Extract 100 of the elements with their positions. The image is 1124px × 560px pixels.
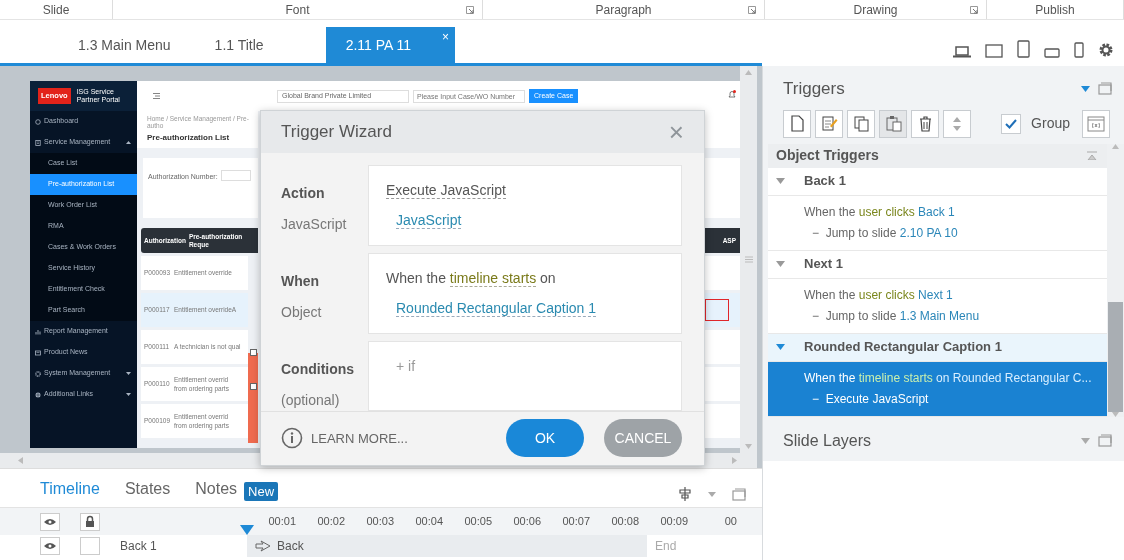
tablet-icon[interactable]	[1017, 40, 1030, 58]
lock-toggle-icon[interactable]	[80, 537, 100, 555]
time-tick: 00:05	[463, 514, 492, 530]
caret-icon[interactable]	[1081, 437, 1090, 444]
collapse-all-icon[interactable]	[1087, 151, 1097, 160]
ribbon-group-label: Publish	[1035, 1, 1075, 19]
field-label: Action	[281, 183, 326, 203]
copy-icon	[851, 114, 871, 133]
trigger-group-name: Rounded Rectangular Caption 1	[804, 338, 1002, 357]
dialog-launcher-icon[interactable]	[748, 6, 756, 14]
scroll-thumb[interactable]	[1108, 301, 1123, 412]
move-down-icon	[953, 125, 961, 131]
timeline-track[interactable]: Back	[247, 535, 647, 557]
authorization-number-field[interactable]	[220, 170, 251, 181]
toolbar-button[interactable]	[879, 109, 907, 138]
page-title: Pre-authorization List	[147, 131, 231, 144]
field-label: JavaScript	[281, 214, 348, 234]
value-link[interactable]: Rounded Rectangular Caption 1	[396, 299, 597, 317]
caret-icon[interactable]	[776, 178, 785, 184]
trigger-action: − Jump to slide 2.10 PA 10	[811, 224, 959, 242]
phone-icon[interactable]	[1074, 42, 1084, 58]
bell-icon[interactable]	[728, 90, 736, 99]
caret-icon[interactable]	[776, 261, 785, 267]
panel-title: Slide Layers	[783, 430, 872, 451]
trigger-group-name: Next 1	[804, 255, 844, 274]
info-icon[interactable]	[281, 427, 303, 450]
learn-more-link[interactable]: LEARN MORE...	[311, 428, 408, 449]
field-label: When	[281, 271, 321, 291]
toolbar-button[interactable]	[911, 109, 939, 138]
toolbar-button[interactable]	[815, 109, 843, 138]
caret-icon[interactable]	[776, 344, 785, 350]
trigger-group-name: Back 1	[804, 172, 846, 191]
lock-icon[interactable]	[80, 512, 100, 531]
caret-icon[interactable]	[708, 491, 716, 497]
variables-button[interactable]	[1082, 109, 1110, 138]
time-tick: 00:02	[316, 514, 345, 530]
playhead-icon[interactable]	[240, 525, 254, 535]
ok-button[interactable]: OK	[506, 419, 584, 458]
caption-shape[interactable]	[248, 353, 258, 443]
move-up-icon	[953, 116, 961, 122]
ribbon-group-label: Font	[285, 1, 310, 19]
menu-item-icon	[35, 349, 41, 356]
dialog-launcher-icon[interactable]	[466, 6, 474, 14]
trigger-group-header[interactable]: Rounded Rectangular Caption 1	[768, 333, 1107, 362]
eye-icon[interactable]	[40, 512, 60, 531]
field-label: (optional)	[281, 390, 341, 410]
time-tick: 00:08	[610, 514, 639, 530]
field-label: Conditions	[281, 359, 356, 379]
tablet-icon[interactable]	[985, 44, 1003, 58]
reorder-spinner[interactable]	[943, 109, 971, 138]
menu-icon[interactable]	[153, 93, 160, 99]
track-label: Back	[277, 538, 304, 555]
scroll-grip-icon[interactable]	[744, 256, 753, 263]
eye-toggle-icon[interactable]	[40, 537, 60, 555]
slide-tab[interactable]: 2.11 PA 11 ×	[325, 27, 456, 63]
slide-tab[interactable]: 1.1 Title	[198, 27, 280, 63]
checkbox-label: Group	[1031, 114, 1070, 133]
trigger-item[interactable]: When the timeline starts on Rounded Rectangular C... − Execute JavaScript	[768, 361, 1107, 417]
menu-item-icon	[35, 328, 41, 335]
phone-icon[interactable]	[1044, 48, 1060, 58]
align-icon[interactable]	[678, 487, 692, 501]
value-link[interactable]: JavaScript	[396, 211, 462, 229]
toolbar-button[interactable]	[847, 109, 875, 138]
window-icon[interactable]	[1098, 434, 1112, 447]
caret-icon[interactable]	[1081, 85, 1090, 92]
laptop-icon[interactable]	[953, 46, 971, 58]
trigger-group-header[interactable]: Next 1	[768, 250, 1107, 279]
window-icon[interactable]	[1098, 82, 1112, 96]
ribbon-group-label: Paragraph	[595, 1, 652, 19]
section-title: Object Triggers	[776, 146, 879, 165]
action-link[interactable]: Execute JavaScript	[386, 181, 506, 199]
settings-icon[interactable]	[1098, 42, 1114, 58]
field-label: Object	[281, 302, 323, 322]
trigger-condition: When the timeline starts on Rounded Rectangular C...	[804, 369, 1093, 387]
variables-icon	[1087, 115, 1105, 132]
timeline-tab[interactable]: Timeline	[40, 477, 100, 501]
trigger-group-header[interactable]: Back 1	[768, 167, 1107, 196]
pointer-icon	[255, 540, 271, 552]
slide-tab[interactable]: 1.3 Main Menu	[62, 27, 187, 63]
menu-item-icon	[35, 391, 41, 398]
dialog-launcher-icon[interactable]	[970, 6, 978, 14]
close-icon[interactable]: ×	[442, 28, 450, 46]
resize-handle[interactable]	[250, 349, 257, 356]
end-label: End	[655, 538, 677, 555]
time-tick: 00:06	[512, 514, 541, 530]
event-link[interactable]: timeline starts	[449, 269, 537, 287]
vertical-scrollbar[interactable]	[740, 66, 757, 453]
timeline-tab[interactable]: States	[124, 477, 171, 501]
window-icon[interactable]	[732, 487, 746, 501]
scroll-up-icon[interactable]	[1112, 143, 1119, 149]
resize-handle[interactable]	[250, 383, 257, 390]
toolbar-button[interactable]	[783, 109, 811, 138]
ribbon-group-label: Slide	[42, 1, 70, 19]
time-tick: 00:07	[561, 514, 590, 530]
time-tick: 00:09	[659, 514, 688, 530]
timeline-tab[interactable]: Notes	[195, 477, 238, 501]
dialog-title: Trigger Wizard	[281, 121, 392, 144]
menu-item-icon	[35, 139, 41, 146]
condition-sentence: When the timeline starts on	[386, 268, 557, 289]
group-checkbox[interactable]	[1001, 113, 1022, 134]
